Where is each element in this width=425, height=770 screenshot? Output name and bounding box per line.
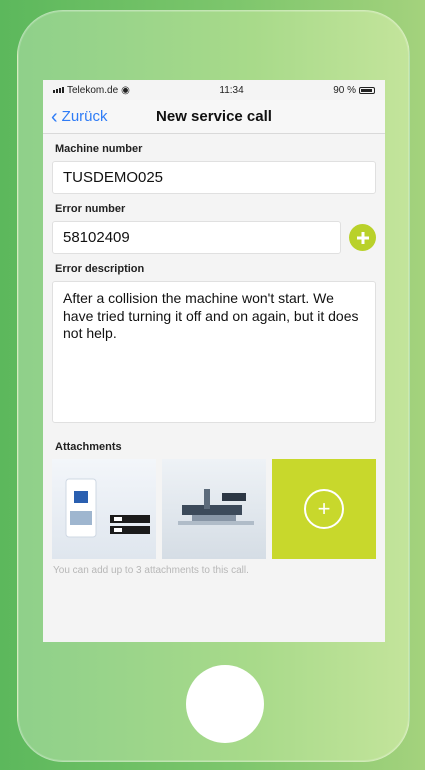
back-label: Zurück <box>61 108 108 125</box>
machine-number-label: Machine number <box>55 143 143 155</box>
back-button[interactable]: ‹ Zurück <box>43 107 108 127</box>
chevron-left-icon: ‹ <box>51 105 58 128</box>
machine-image <box>178 489 254 525</box>
plus-icon <box>356 231 369 244</box>
attachments-hint: You can add up to 3 attachments to this … <box>53 565 249 576</box>
attachment-thumbnail-2[interactable] <box>162 459 266 559</box>
attachments-row: + <box>52 459 376 559</box>
attachment-thumbnail-1[interactable] <box>52 459 156 559</box>
battery-icon <box>359 86 375 94</box>
carrier-name: Telekom.de <box>67 84 119 96</box>
attachments-label: Attachments <box>55 441 122 453</box>
add-error-button[interactable] <box>349 224 376 251</box>
machine-number-field[interactable]: TUSDEMO025 <box>52 161 376 194</box>
machine-panel-image <box>65 478 150 538</box>
phone-screen: Telekom.de ◉ 11:34 90 % ‹ Zurück New ser… <box>43 80 385 642</box>
add-attachment-button[interactable]: + <box>272 459 376 559</box>
home-button[interactable] <box>186 665 264 743</box>
error-number-field[interactable]: 58102409 <box>52 221 341 254</box>
error-number-label: Error number <box>55 203 126 215</box>
error-description-label: Error description <box>55 263 145 275</box>
signal-icon <box>53 87 64 93</box>
status-bar: Telekom.de ◉ 11:34 90 % <box>43 80 385 100</box>
plus-circle-outline-icon: + <box>304 489 344 529</box>
error-description-field[interactable]: After a collision the machine won't star… <box>52 281 376 423</box>
status-time: 11:34 <box>219 84 244 96</box>
wifi-icon: ◉ <box>121 84 130 96</box>
battery-percent: 90 % <box>333 84 356 96</box>
service-call-form: Machine number TUSDEMO025 Error number 5… <box>43 143 385 576</box>
navigation-bar: ‹ Zurück New service call <box>43 100 385 134</box>
